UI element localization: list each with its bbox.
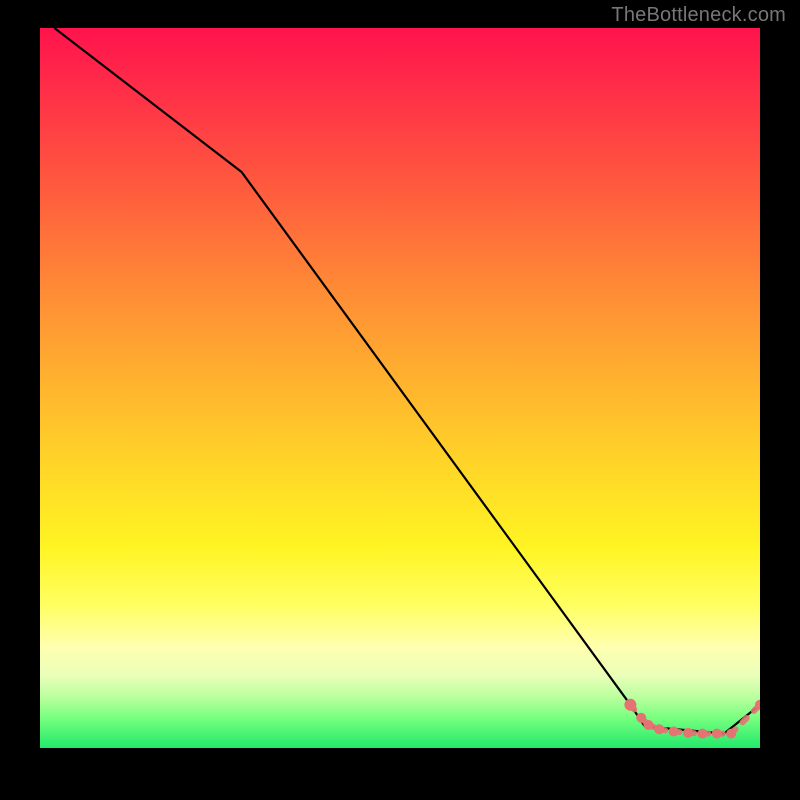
marker-point bbox=[624, 699, 636, 711]
marker-point bbox=[697, 729, 707, 739]
marker-point bbox=[669, 726, 679, 736]
marker-point bbox=[683, 728, 693, 738]
marker-point bbox=[643, 720, 653, 730]
plot-area bbox=[40, 28, 760, 748]
highlight-markers bbox=[624, 699, 760, 739]
chart-overlay-svg bbox=[40, 28, 760, 748]
marker-point bbox=[712, 729, 722, 739]
watermark-text: TheBottleneck.com bbox=[611, 4, 786, 27]
marker-point bbox=[636, 713, 646, 723]
chart-frame: TheBottleneck.com bbox=[0, 0, 800, 800]
marker-point bbox=[726, 729, 736, 739]
bottleneck-line bbox=[54, 28, 760, 734]
marker-point bbox=[654, 724, 664, 734]
